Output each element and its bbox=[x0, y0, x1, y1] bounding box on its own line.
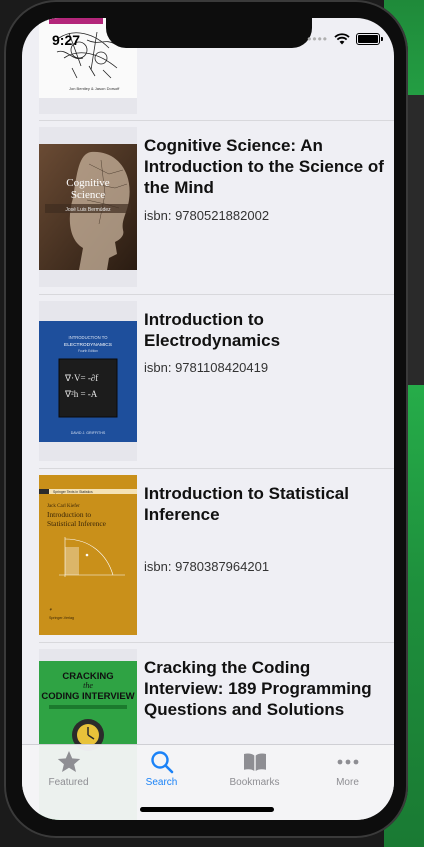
book-isbn: isbn: 9780387964201 bbox=[144, 559, 270, 574]
cover-publisher-text: Springer-Verlag bbox=[49, 616, 74, 620]
list-item[interactable]: INTRODUCTION TO ELECTRODYNAMICS Fourth E… bbox=[39, 294, 394, 467]
more-icon bbox=[337, 759, 358, 765]
search-icon bbox=[150, 751, 173, 774]
cover-author-text: Jon Bentley & Jason Dorsoff bbox=[69, 86, 120, 91]
cover-series-text: Springer Texts in Statistics bbox=[53, 490, 93, 494]
cover-author-text: Jack Carl Kiefer bbox=[47, 504, 80, 509]
svg-text:⚘: ⚘ bbox=[49, 607, 53, 612]
book-cover: INTRODUCTION TO ELECTRODYNAMICS Fourth E… bbox=[39, 321, 137, 442]
cover-title-text: INTRODUCTION TO bbox=[69, 335, 109, 340]
book-title: Cognitive Science: An Introduction to th… bbox=[144, 136, 384, 197]
svg-text:Science: Science bbox=[71, 189, 105, 201]
app-screen: 9:27 •••• Jon Bentley & Jason Dorsoff Co… bbox=[22, 18, 394, 820]
list-item[interactable]: Springer Texts in Statistics Jack Carl K… bbox=[39, 468, 394, 641]
tab-bar: Featured Search Bookmarks More bbox=[22, 744, 394, 820]
svg-text:the: the bbox=[83, 681, 93, 690]
svg-text:Statistical Inference: Statistical Inference bbox=[47, 519, 107, 528]
status-icons: •••• bbox=[307, 32, 383, 46]
book-isbn: isbn: 9780521882002 bbox=[144, 208, 270, 223]
svg-text:Fourth Edition: Fourth Edition bbox=[78, 349, 98, 353]
battery-icon bbox=[356, 33, 383, 45]
phone-frame: 9:27 •••• Jon Bentley & Jason Dorsoff Co… bbox=[4, 0, 408, 838]
cover-author-text: DAVID J. GRIFFITHS bbox=[71, 431, 106, 435]
book-open-icon bbox=[243, 753, 266, 771]
signal-icon: •••• bbox=[307, 32, 328, 46]
wifi-icon bbox=[334, 33, 350, 45]
book-isbn: isbn: 9781108420419 bbox=[144, 360, 269, 375]
tab-label: Search bbox=[145, 777, 178, 788]
cover-author-text: José Luis Bermúdez bbox=[65, 207, 111, 213]
tab-featured[interactable]: Featured bbox=[22, 749, 115, 793]
book-title: Introduction to Statistical Inference bbox=[144, 484, 349, 524]
cover-title-text: Introduction to bbox=[47, 510, 91, 519]
home-indicator[interactable] bbox=[140, 807, 274, 812]
status-time: 9:27 bbox=[52, 32, 81, 48]
book-cover-placeholder: Springer Texts in Statistics Jack Carl K… bbox=[39, 475, 137, 635]
book-title: Introduction to Electrodynamics bbox=[144, 310, 281, 350]
book-cover-placeholder: Cognitive Science José Luis Bermúdez bbox=[39, 127, 137, 287]
list-item[interactable]: Cognitive Science José Luis Bermúdez Cog… bbox=[39, 120, 394, 293]
tab-bookmarks[interactable]: Bookmarks bbox=[208, 749, 301, 793]
svg-text:ELECTRODYNAMICS: ELECTRODYNAMICS bbox=[64, 342, 112, 348]
tab-label: Bookmarks bbox=[229, 777, 280, 788]
tab-search[interactable]: Search bbox=[115, 749, 208, 793]
svg-text:CODING INTERVIEW: CODING INTERVIEW bbox=[41, 691, 134, 702]
star-icon bbox=[57, 751, 80, 772]
tab-more[interactable]: More bbox=[301, 749, 394, 793]
book-cover: Cognitive Science José Luis Bermúdez bbox=[39, 144, 137, 270]
notch bbox=[106, 18, 312, 48]
svg-text:∇²h = -A: ∇²h = -A bbox=[64, 389, 98, 399]
book-title: Cracking the Coding Interview: 189 Progr… bbox=[144, 658, 372, 719]
tab-label: Featured bbox=[48, 777, 89, 788]
cover-title-text: Cognitive bbox=[66, 177, 110, 189]
tab-label: More bbox=[336, 777, 359, 788]
background-window bbox=[406, 95, 424, 385]
book-cover: Springer Texts in Statistics Jack Carl K… bbox=[39, 475, 137, 635]
book-cover-placeholder: INTRODUCTION TO ELECTRODYNAMICS Fourth E… bbox=[39, 301, 137, 461]
svg-text:∇·V= -∂f: ∇·V= -∂f bbox=[64, 373, 98, 383]
